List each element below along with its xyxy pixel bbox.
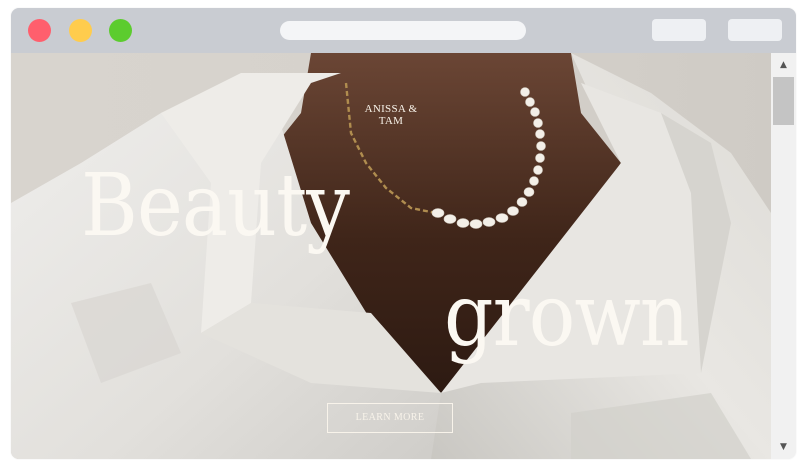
vertical-scrollbar[interactable]: ▲ ▼ xyxy=(771,53,796,459)
toolbar-button-1[interactable] xyxy=(652,19,706,41)
page-viewport: ANISSA & TAM Beauty grown LEARN MORE xyxy=(11,53,771,459)
title-bar xyxy=(11,8,796,53)
toolbar-button-2[interactable] xyxy=(728,19,782,41)
hero-headline-line-2: grown xyxy=(444,266,690,366)
scroll-down-icon[interactable]: ▼ xyxy=(771,438,796,456)
hero-headline-line-1: Beauty xyxy=(81,156,350,256)
scrollbar-thumb[interactable] xyxy=(773,77,794,125)
maximize-button[interactable] xyxy=(109,19,132,42)
close-button[interactable] xyxy=(28,19,51,42)
minimize-button[interactable] xyxy=(69,19,92,42)
brand-logo[interactable]: ANISSA & TAM xyxy=(351,103,431,127)
learn-more-button[interactable]: LEARN MORE xyxy=(327,403,453,433)
scroll-up-icon[interactable]: ▲ xyxy=(771,56,796,74)
browser-window: ANISSA & TAM Beauty grown LEARN MORE ▲ ▼ xyxy=(11,8,796,459)
address-bar[interactable] xyxy=(280,21,526,40)
